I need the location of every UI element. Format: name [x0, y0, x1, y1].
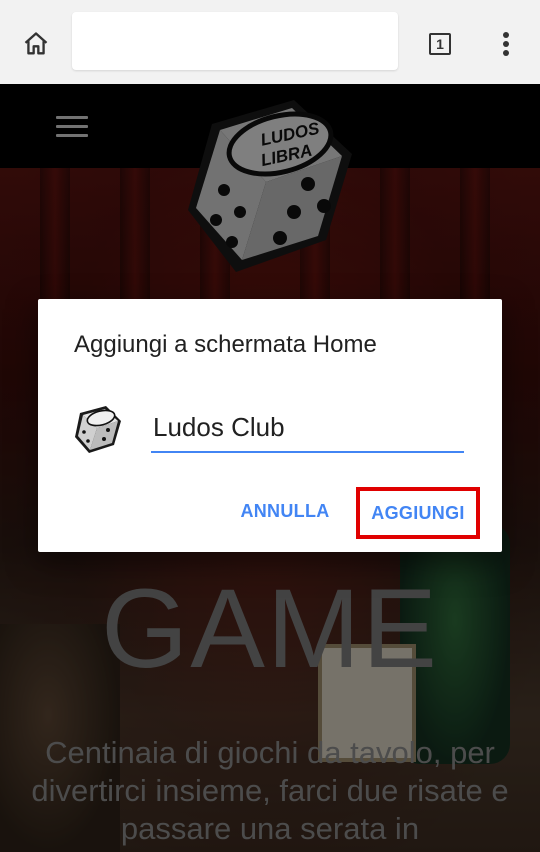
add-to-home-dialog: Aggiungi a schermata Home ANNULLA AGGIUN…: [38, 299, 502, 552]
tab-switcher-button[interactable]: 1: [418, 22, 462, 66]
home-icon: [24, 32, 48, 55]
shortcut-name-input[interactable]: [151, 403, 464, 453]
cancel-button[interactable]: ANNULLA: [224, 489, 346, 533]
home-button[interactable]: [14, 22, 58, 66]
tab-switcher-icon: 1: [429, 33, 451, 55]
browser-toolbar: 1: [0, 0, 540, 84]
url-bar[interactable]: [72, 12, 398, 70]
add-button[interactable]: AGGIUNGI: [356, 487, 480, 539]
tab-count: 1: [436, 36, 444, 52]
overflow-menu-icon: [503, 32, 509, 56]
site-icon: [75, 406, 121, 453]
overflow-menu-button[interactable]: [484, 22, 528, 66]
dialog-title: Aggiungi a schermata Home: [74, 331, 377, 358]
